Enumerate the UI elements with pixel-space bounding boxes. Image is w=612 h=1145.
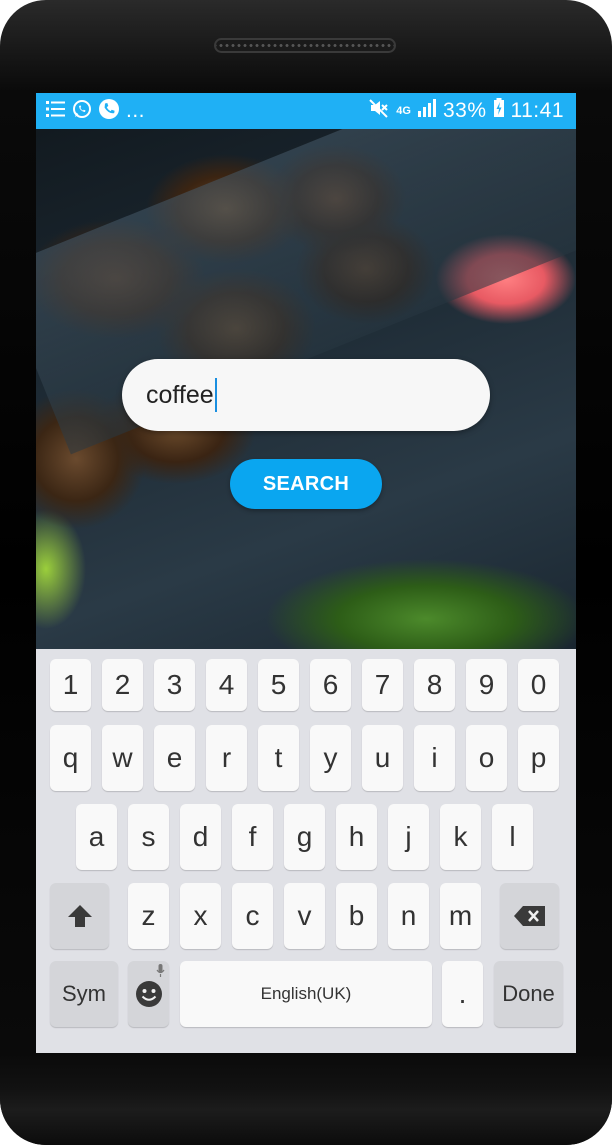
key-r[interactable]: r bbox=[206, 725, 247, 791]
key-j[interactable]: j bbox=[388, 804, 429, 870]
done-key[interactable]: Done bbox=[494, 961, 563, 1027]
key-n[interactable]: n bbox=[388, 883, 429, 949]
key-e[interactable]: e bbox=[154, 725, 195, 791]
backspace-icon bbox=[513, 906, 545, 926]
clock: 11:41 bbox=[510, 99, 564, 122]
search-button[interactable]: SEARCH bbox=[230, 459, 382, 509]
key-s[interactable]: s bbox=[128, 804, 169, 870]
emoji-icon bbox=[135, 981, 162, 1007]
battery-charging-icon bbox=[493, 98, 505, 124]
key-h[interactable]: h bbox=[336, 804, 377, 870]
key-p[interactable]: p bbox=[518, 725, 559, 791]
key-c[interactable]: c bbox=[232, 883, 273, 949]
search-input-value: coffee bbox=[146, 380, 214, 409]
key-2[interactable]: 2 bbox=[102, 659, 143, 711]
phone-icon bbox=[98, 98, 120, 125]
key-l[interactable]: l bbox=[492, 804, 533, 870]
key-i[interactable]: i bbox=[414, 725, 455, 791]
key-6[interactable]: 6 bbox=[310, 659, 351, 711]
speaker-grille bbox=[214, 38, 396, 53]
key-8[interactable]: 8 bbox=[414, 659, 455, 711]
key-1[interactable]: 1 bbox=[50, 659, 91, 711]
key-5[interactable]: 5 bbox=[258, 659, 299, 711]
mute-icon bbox=[368, 97, 390, 125]
key-g[interactable]: g bbox=[284, 804, 325, 870]
search-input[interactable]: coffee bbox=[122, 359, 490, 431]
status-overflow: ... bbox=[126, 99, 146, 122]
key-b[interactable]: b bbox=[336, 883, 377, 949]
status-bar: ... 4G 33% 11:41 bbox=[36, 93, 576, 129]
phone-frame: ... 4G 33% 11:41 coffee SEARCH 1 2 3 4 5… bbox=[0, 0, 612, 1145]
key-0[interactable]: 0 bbox=[518, 659, 559, 711]
text-caret bbox=[214, 378, 217, 412]
phone-bottom-bezel bbox=[0, 1087, 612, 1145]
key-f[interactable]: f bbox=[232, 804, 273, 870]
key-z[interactable]: z bbox=[128, 883, 169, 949]
key-v[interactable]: v bbox=[284, 883, 325, 949]
network-type: 4G bbox=[396, 104, 411, 117]
key-9[interactable]: 9 bbox=[466, 659, 507, 711]
key-o[interactable]: o bbox=[466, 725, 507, 791]
shift-arrow-icon bbox=[67, 905, 92, 927]
key-t[interactable]: t bbox=[258, 725, 299, 791]
list-icon bbox=[46, 99, 66, 124]
key-x[interactable]: x bbox=[180, 883, 221, 949]
space-key[interactable]: English(UK) bbox=[180, 961, 432, 1027]
key-7[interactable]: 7 bbox=[362, 659, 403, 711]
key-k[interactable]: k bbox=[440, 804, 481, 870]
key-a[interactable]: a bbox=[76, 804, 117, 870]
key-u[interactable]: u bbox=[362, 725, 403, 791]
screen: ... 4G 33% 11:41 coffee SEARCH 1 2 3 4 5… bbox=[36, 93, 576, 1053]
period-key[interactable]: . bbox=[442, 961, 483, 1027]
background-food-photo: coffee SEARCH bbox=[36, 129, 576, 649]
key-y[interactable]: y bbox=[310, 725, 351, 791]
signal-icon bbox=[417, 98, 437, 124]
battery-percent: 33% bbox=[442, 99, 487, 122]
key-d[interactable]: d bbox=[180, 804, 221, 870]
soft-keyboard: 1 2 3 4 5 6 7 8 9 0 q w e r t y u i o p … bbox=[36, 649, 576, 1053]
key-m[interactable]: m bbox=[440, 883, 481, 949]
microphone-icon bbox=[156, 964, 165, 977]
key-q[interactable]: q bbox=[50, 725, 91, 791]
emoji-key[interactable] bbox=[128, 961, 169, 1027]
shift-key[interactable] bbox=[50, 883, 109, 949]
backspace-key[interactable] bbox=[500, 883, 559, 949]
key-3[interactable]: 3 bbox=[154, 659, 195, 711]
key-4[interactable]: 4 bbox=[206, 659, 247, 711]
sym-key[interactable]: Sym bbox=[50, 961, 118, 1027]
key-w[interactable]: w bbox=[102, 725, 143, 791]
whatsapp-icon bbox=[72, 99, 92, 124]
